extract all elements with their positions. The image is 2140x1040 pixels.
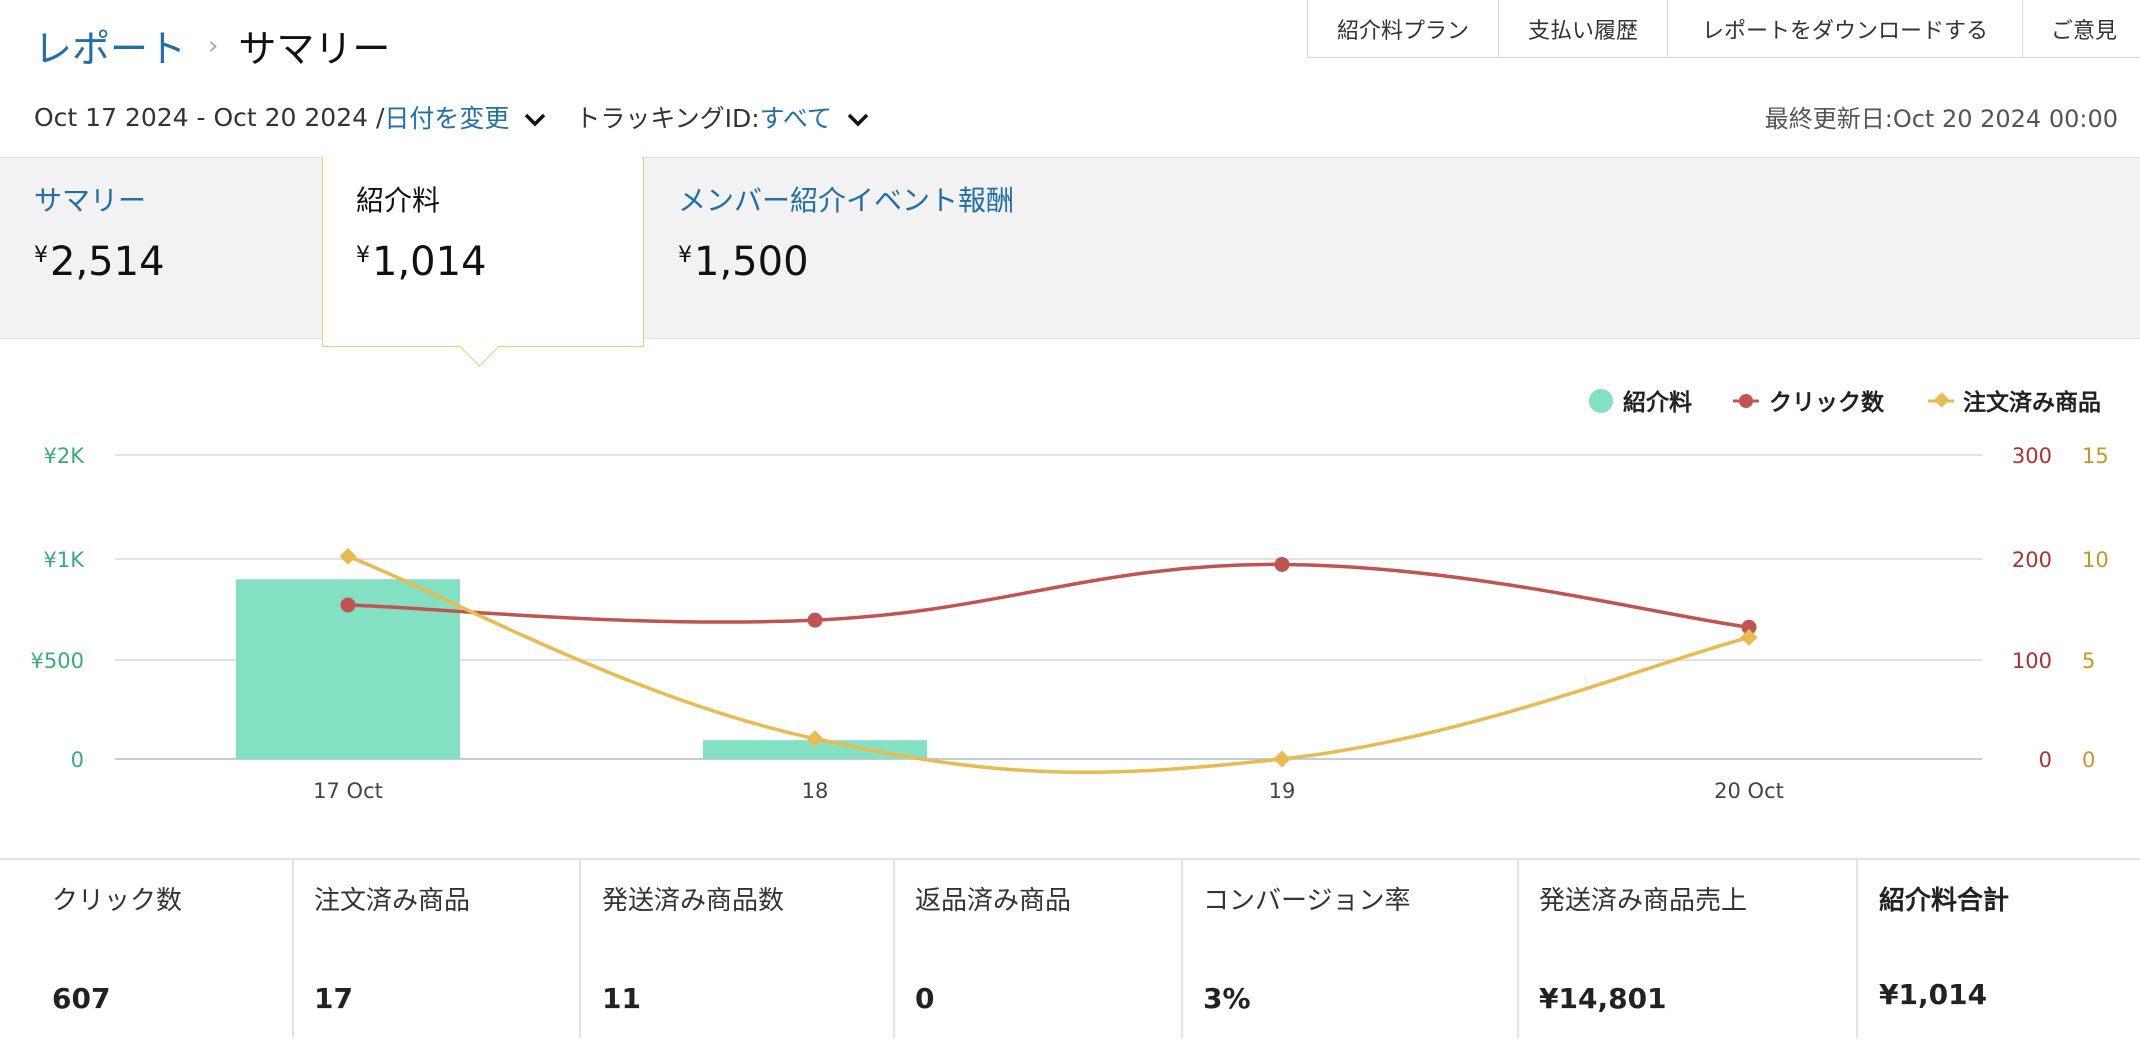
stat-label: 返品済み商品 (915, 886, 1072, 916)
download-report-link[interactable]: レポートをダウンロードする (1667, 0, 2023, 58)
line-clicks (347, 562, 1750, 630)
right-axis-clicks-tick: 100 (2012, 649, 2052, 673)
chevron-down-icon (847, 113, 869, 127)
stat-value: 3% (1203, 982, 1251, 1015)
tile-referral-bonus[interactable]: メンバー紹介イベント報酬 ¥1,500 (678, 157, 1058, 337)
summary-band (0, 157, 2140, 339)
page-title: サマリー (238, 27, 391, 71)
stat-label: 発送済み商品売上 (1539, 886, 1748, 916)
tile-summary-value: ¥2,514 (34, 239, 165, 285)
tracking-id-dropdown[interactable]: すべて (760, 99, 872, 135)
point-clicks (807, 612, 823, 628)
change-date-label: 日付を変更 (384, 104, 510, 133)
stat-value: 17 (314, 982, 353, 1015)
stat-label: クリック数 (52, 886, 183, 916)
stats-divider (579, 860, 581, 1038)
point-orders (339, 547, 357, 565)
tracking-id-label: トラッキングID: (575, 104, 760, 133)
breadcrumb-reports-link[interactable]: レポート (34, 18, 186, 73)
right-axis-orders-tick: 10 (2082, 548, 2109, 572)
legend-commission-label: 紹介料 (1623, 389, 1692, 416)
right-axis-clicks-tick: 300 (2012, 444, 2052, 468)
left-axis-tick: 0 (71, 748, 84, 772)
x-axis-tick: 17 Oct (313, 779, 383, 803)
stat-value: ¥1,014 (1879, 978, 1988, 1011)
chevron-down-icon (525, 113, 546, 127)
right-axis-orders-tick: 0 (2082, 748, 2095, 772)
feedback-link[interactable]: ご意見 (2022, 0, 2140, 58)
breadcrumb: レポート › サマリー (34, 18, 390, 73)
left-axis-tick: ¥1K (44, 548, 86, 572)
legend-clicks-icon (1739, 394, 1753, 408)
stats-divider (1517, 860, 1519, 1038)
stats-divider (1856, 860, 1858, 1038)
legend-commission-icon (1589, 389, 1613, 413)
last-updated: 最終更新日:Oct 20 2024 00:00 (1764, 105, 2118, 133)
point-clicks (340, 597, 356, 613)
x-axis-tick: 18 (802, 779, 829, 803)
legend-orders-label: 注文済み商品 (1963, 389, 2101, 416)
tile-commission-value: ¥1,014 (356, 239, 487, 285)
stat-value: ¥14,801 (1539, 982, 1667, 1015)
left-axis-tick: ¥2K (44, 444, 86, 468)
right-axis-orders-tick: 5 (2082, 649, 2095, 673)
right-axis-orders-tick: 15 (2082, 444, 2109, 468)
stat-label: 発送済み商品数 (602, 886, 785, 916)
right-axis-clicks-tick: 200 (2012, 548, 2052, 572)
top-links: 紹介料プラン 支払い履歴 レポートをダウンロードする ご意見 (1307, 0, 2140, 58)
breadcrumb-separator-icon: › (208, 30, 219, 61)
tile-referral-bonus-label: メンバー紹介イベント報酬 (678, 184, 1015, 217)
date-filter-row: Oct 17 2024 - Oct 20 2024 / 日付を変更 トラッキング… (34, 99, 872, 135)
point-orders (1273, 750, 1291, 768)
stat-value: 607 (52, 982, 111, 1015)
payment-history-link[interactable]: 支払い履歴 (1498, 0, 1668, 58)
legend-clicks-label: クリック数 (1769, 390, 1885, 416)
stat-label: 注文済み商品 (314, 886, 471, 916)
tile-commission-label: 紹介料 (356, 184, 441, 217)
stats-divider (292, 860, 294, 1038)
stat-label: 紹介料合計 (1879, 886, 2010, 916)
chart-svg: 0 ¥500 ¥1K ¥2K 0 100 200 300 0 5 10 15 17 Oct 18 19 20 … (31, 389, 2109, 803)
stat-value: 0 (915, 982, 935, 1015)
tile-referral-bonus-value: ¥1,500 (678, 239, 809, 285)
tracking-id-value: すべて (759, 104, 832, 133)
performance-chart: 0 ¥500 ¥1K ¥2K 0 100 200 300 0 5 10 15 17 Oct 18 19 20 … (0, 337, 2140, 858)
x-axis-tick: 19 (1269, 779, 1296, 803)
stats-divider (893, 860, 895, 1038)
tile-summary[interactable]: サマリー ¥2,514 (34, 157, 314, 337)
x-axis-tick: 20 Oct (1714, 779, 1784, 803)
tile-summary-label: サマリー (34, 184, 147, 217)
stats-divider (1181, 860, 1183, 1038)
change-date-button[interactable]: 日付を変更 (384, 99, 549, 135)
date-range: Oct 17 2024 - Oct 20 2024 / (34, 102, 385, 132)
legend-orders-icon (1933, 392, 1950, 408)
left-axis-tick: ¥500 (31, 649, 84, 673)
right-axis-clicks-tick: 0 (2039, 748, 2052, 772)
tile-commission[interactable]: 紹介料 ¥1,014 (356, 157, 636, 337)
commission-plan-link[interactable]: 紹介料プラン (1307, 0, 1499, 58)
point-clicks (1274, 556, 1290, 572)
stat-label: コンバージョン率 (1203, 886, 1411, 916)
stat-value: 11 (602, 982, 641, 1015)
